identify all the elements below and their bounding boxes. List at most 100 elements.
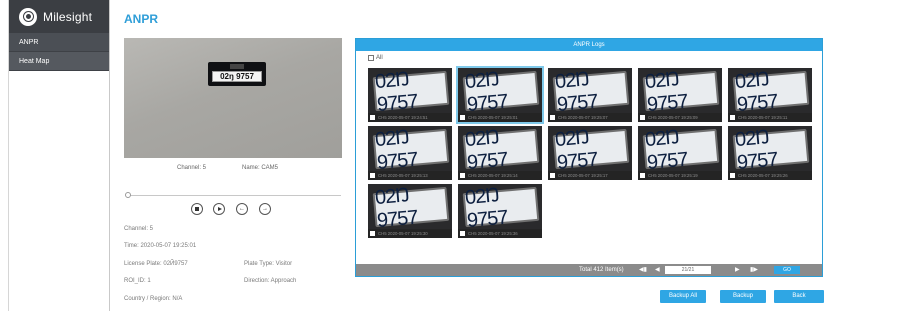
next-page-icon[interactable]: ▶ — [735, 267, 740, 273]
info-plate-type: Plate Type: Visitor — [244, 261, 293, 267]
video-preview[interactable]: 02ŋ 9757 — [124, 38, 342, 158]
thumbnail-timestamp: CH5 2020-05-07 19:25:01 — [468, 115, 518, 120]
log-thumbnail[interactable]: 02Ŋ 9757 CH5 2020-05-07 19:25:26 — [728, 126, 812, 180]
log-thumbnail[interactable]: 02Ŋ 9757 CH5 2020-05-07 19:25:13 — [368, 126, 452, 180]
backup-all-button[interactable]: Backup All — [660, 290, 706, 303]
video-plate-sign: 02ŋ 9757 — [208, 62, 266, 86]
brand-header: Milesight — [9, 0, 109, 33]
thumbnail-caption: CH5 2020-05-07 19:25:09 — [638, 113, 722, 122]
back-button[interactable]: Back — [774, 290, 824, 303]
thumbnail-plate-text: 02Ŋ 9757 — [642, 126, 720, 174]
page-number-input[interactable]: 21/21 — [665, 266, 711, 274]
thumbnail-timestamp: CH5 2020-05-07 19:25:17 — [558, 173, 608, 178]
thumbnail-caption: CH5 2020-05-07 19:25:26 — [728, 171, 812, 180]
thumbnail-caption: CH5 2020-05-07 19:25:19 — [638, 171, 722, 180]
thumbnail-timestamp: CH5 2020-05-07 19:25:26 — [738, 173, 788, 178]
thumbnail-checkbox[interactable] — [370, 173, 375, 178]
info-time: Time: 2020-05-07 19:25:01 — [124, 243, 197, 249]
thumbnail-checkbox[interactable] — [640, 115, 645, 120]
previous-icon: ← — [239, 206, 245, 212]
thumbnail-plate-text: 02Ŋ 9757 — [462, 184, 540, 232]
thumbnail-checkbox[interactable] — [640, 173, 645, 178]
next-frame-button[interactable]: → — [259, 203, 271, 215]
app-window: Milesight ANPR Heat Map ANPR 02ŋ 9757 Ch… — [0, 0, 907, 311]
log-thumbnail[interactable]: 02Ŋ 9757 CH5 2020-05-07 19:25:14 — [458, 126, 542, 180]
thumbnail-checkbox[interactable] — [370, 115, 375, 120]
thumbnail-plate-text: 02Ŋ 9757 — [552, 68, 630, 116]
playback-slider-handle[interactable] — [125, 192, 131, 198]
thumbnail-checkbox[interactable] — [460, 173, 465, 178]
log-thumbnail[interactable]: 02Ŋ 9757 CH5 2020-05-07 19:25:07 — [548, 68, 632, 122]
logs-title: ANPR Logs — [356, 39, 822, 51]
info-channel: Channel: 5 — [124, 226, 154, 232]
thumbnail-caption: CH5 2020-05-07 19:25:36 — [458, 229, 542, 238]
video-channel-label: Channel: 5 — [177, 165, 207, 171]
log-thumbnail[interactable]: 02Ŋ 9757 CH5 2020-05-07 19:25:30 — [368, 184, 452, 238]
milesight-logo-icon — [19, 7, 37, 26]
thumbnail-timestamp: CH5 2020-05-07 19:25:13 — [378, 173, 428, 178]
thumbnail-checkbox[interactable] — [370, 231, 375, 236]
thumbnail-plate-text: 02Ŋ 9757 — [462, 68, 540, 116]
log-thumbnail[interactable]: 02Ŋ 9757 CH5 2020-05-07 19:25:09 — [638, 68, 722, 122]
thumbnail-checkbox[interactable] — [730, 115, 735, 120]
go-button[interactable]: GO — [774, 266, 800, 274]
thumbnail-timestamp: CH5 2020-05-07 19:25:19 — [648, 173, 698, 178]
total-items-label: Total 412 Item(s) — [579, 267, 624, 273]
previous-frame-button[interactable]: ← — [236, 203, 248, 215]
video-plate-text: 02ŋ 9757 — [212, 71, 262, 82]
thumbnail-checkbox[interactable] — [550, 173, 555, 178]
select-all-label: All — [376, 55, 383, 61]
thumbnail-timestamp: CH5 2020-05-07 19:25:09 — [648, 115, 698, 120]
thumbnail-caption: CH5 2020-05-07 19:24:51 — [368, 113, 452, 122]
sidebar-item-heat-map[interactable]: Heat Map — [9, 52, 109, 71]
info-country: Country / Region: N/A — [124, 296, 183, 302]
playback-slider-track[interactable] — [127, 195, 341, 196]
thumbnail-timestamp: CH5 2020-05-07 19:25:07 — [558, 115, 608, 120]
sidebar-item-anpr[interactable]: ANPR — [9, 33, 109, 52]
log-thumbnail[interactable]: 02Ŋ 9757 CH5 2020-05-07 19:25:01 — [456, 66, 544, 124]
backup-button[interactable]: Backup — [720, 290, 766, 303]
thumbnail-caption: CH5 2020-05-07 19:25:30 — [368, 229, 452, 238]
thumbnail-timestamp: CH5 2020-05-07 19:25:36 — [468, 231, 518, 236]
thumbnail-caption: CH5 2020-05-07 19:25:14 — [458, 171, 542, 180]
prev-page-icon[interactable]: ◀ — [655, 267, 660, 273]
thumbnail-plate-text: 02Ŋ 9757 — [372, 126, 450, 174]
log-thumbnail[interactable]: 02Ŋ 9757 CH5 2020-05-07 19:25:11 — [728, 68, 812, 122]
stop-button[interactable] — [191, 203, 203, 215]
play-icon — [217, 207, 222, 211]
thumbnail-plate-text: 02Ŋ 9757 — [552, 126, 630, 174]
thumbnail-caption: CH5 2020-05-07 19:25:01 — [458, 113, 542, 122]
pagination-bar: Total 412 Item(s) ◀▮ ◀ 21/21 ▶ ▮▶ GO — [356, 264, 822, 276]
thumbnail-checkbox[interactable] — [730, 173, 735, 178]
thumbnail-checkbox[interactable] — [460, 115, 465, 120]
select-all-checkbox[interactable] — [368, 55, 374, 61]
thumbnail-checkbox[interactable] — [550, 115, 555, 120]
info-direction: Direction: Approach — [244, 278, 297, 284]
thumbnail-caption: CH5 2020-05-07 19:25:17 — [548, 171, 632, 180]
first-page-icon[interactable]: ◀▮ — [639, 267, 647, 273]
play-button[interactable] — [213, 203, 225, 215]
log-thumbnail[interactable]: 02Ŋ 9757 CH5 2020-05-07 19:25:17 — [548, 126, 632, 180]
thumbnail-timestamp: CH5 2020-05-07 19:25:30 — [378, 231, 428, 236]
thumbnail-checkbox[interactable] — [460, 231, 465, 236]
sidebar: Milesight ANPR Heat Map — [8, 0, 110, 311]
log-thumbnail[interactable]: 02Ŋ 9757 CH5 2020-05-07 19:24:51 — [368, 68, 452, 122]
stop-icon — [195, 207, 199, 211]
thumbnail-timestamp: CH5 2020-05-07 19:25:14 — [468, 173, 518, 178]
info-license-plate: License Plate: 02Й9757 — [124, 261, 188, 267]
thumbnail-caption: CH5 2020-05-07 19:25:13 — [368, 171, 452, 180]
page-title: ANPR — [124, 12, 159, 26]
last-page-icon[interactable]: ▮▶ — [750, 267, 758, 273]
thumbnail-plate-text: 02Ŋ 9757 — [462, 126, 540, 174]
log-thumbnail[interactable]: 02Ŋ 9757 CH5 2020-05-07 19:25:19 — [638, 126, 722, 180]
anpr-logs-panel: ANPR Logs All 02Ŋ 9757 CH5 2020-05-07 19:… — [355, 38, 823, 277]
video-name-label: Name: CAM5 — [242, 165, 279, 171]
select-all[interactable]: All — [368, 55, 383, 61]
brand-name: Milesight — [43, 9, 93, 24]
log-thumbnail[interactable]: 02Ŋ 9757 CH5 2020-05-07 19:25:36 — [458, 184, 542, 238]
info-roi-id: ROI_ID: 1 — [124, 278, 151, 284]
thumbnail-plate-text: 02Ŋ 9757 — [372, 184, 450, 232]
thumbnail-caption: CH5 2020-05-07 19:25:11 — [728, 113, 812, 122]
thumbnail-timestamp: CH5 2020-05-07 19:25:11 — [738, 115, 788, 120]
thumbnail-plate-text: 02Ŋ 9757 — [642, 68, 720, 116]
